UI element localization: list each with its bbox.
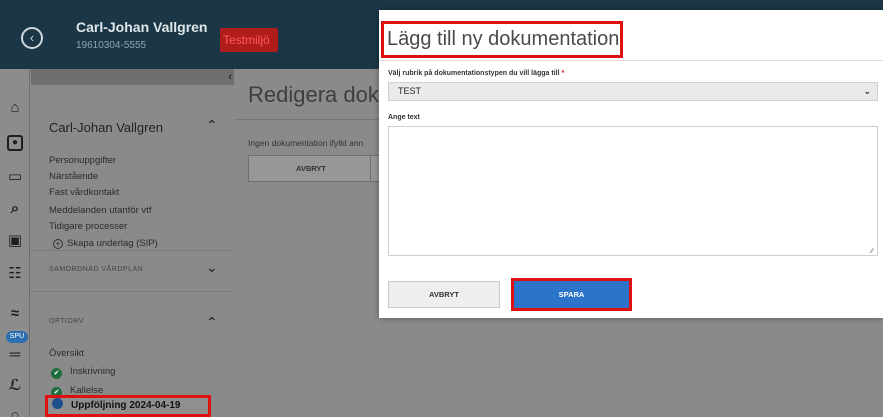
sidebar-item-oversikt[interactable]: Översikt [49, 348, 84, 359]
document-icon[interactable]: ▣ [0, 231, 30, 249]
chevron-down-icon[interactable]: ⌄ [197, 24, 205, 35]
step-label: Inskrivning [70, 366, 116, 377]
required-marker: * [561, 70, 565, 77]
search-icon[interactable]: ⌕ [0, 200, 30, 217]
divider [31, 250, 234, 251]
section-samordnad-vardplan[interactable]: SAMORDNAD VÅRDPLAN [49, 266, 143, 273]
divider [234, 119, 384, 120]
home-icon[interactable]: ⌂ [0, 99, 30, 116]
documentation-text-input[interactable] [388, 126, 878, 256]
step-uppfoljning[interactable]: Uppföljning 2024-04-19 [45, 395, 211, 417]
link-icon[interactable]: ℒ [0, 376, 30, 394]
icon-rail: ⌂ ● ▭ ⌕ ▣ ☷ ≈ SPU ═ ℒ ○ [0, 69, 30, 417]
sidebar-item-personuppgifter[interactable]: Personuppgifter [49, 155, 116, 166]
sidebar-topbar: ‹ [31, 69, 234, 85]
select-label: Välj rubrik på dokumentationstypen du vi… [388, 70, 564, 77]
sidebar-item-meddelanden[interactable]: Meddelanden utanför vtf [49, 205, 151, 216]
step-inskrivning[interactable]: ✔ Inskrivning [51, 366, 115, 379]
patient-sidebar: ‹ Carl-Johan Vallgren ⌃ Personuppgifter … [31, 69, 234, 417]
patient-icon[interactable]: ● [0, 132, 30, 151]
divider [31, 291, 234, 292]
chevron-left-icon: ‹ [29, 30, 35, 45]
patient-name[interactable]: Carl-Johan Vallgren [76, 19, 207, 35]
check-icon: ✔ [51, 368, 62, 379]
environment-badge: Testmiljö [220, 28, 278, 52]
save-button[interactable]: SPARA [514, 281, 629, 308]
sidebar-heading: Carl-Johan Vallgren [49, 120, 163, 135]
spu-badge: SPU [6, 331, 28, 343]
back-button[interactable]: ‹ [21, 27, 43, 49]
collapse-sidebar-icon[interactable]: ‹ [228, 69, 232, 85]
chevron-up-icon[interactable]: ⌃ [206, 117, 218, 134]
cancel-button[interactable]: AVBRYT [388, 281, 500, 308]
empty-info-text: Ingen dokumentation ifylld ann [248, 138, 364, 148]
chevron-down-icon[interactable]: ⌄ [206, 259, 218, 276]
help-icon[interactable]: ○ [0, 407, 30, 417]
step-label: Uppföljning 2024-04-19 [71, 400, 181, 411]
resize-handle-icon[interactable]: ∕∕ [871, 248, 873, 255]
bed-icon[interactable]: ═ [0, 346, 30, 363]
plus-icon: + [53, 239, 63, 249]
select-label-text: Välj rubrik på dokumentationstypen du vi… [388, 70, 560, 77]
inbox-icon[interactable]: ▭ [0, 167, 30, 185]
modal-title: Lägg till ny dokumentation [387, 28, 620, 50]
add-documentation-modal: Lägg till ny dokumentation Välj rubrik p… [379, 10, 883, 318]
section-optiorv[interactable]: OPTIORV [49, 318, 84, 325]
create-basis-label: Skapa underlag (SIP) [67, 238, 158, 249]
team-icon[interactable]: ☷ [0, 264, 30, 282]
chevron-up-icon[interactable]: ⌃ [206, 314, 218, 331]
sidebar-item-fast-vardkontakt[interactable]: Fast vårdkontakt [49, 187, 119, 198]
create-basis-link[interactable]: + Skapa underlag (SIP) [49, 238, 158, 249]
documentation-type-select[interactable]: TEST ⌄ [388, 82, 878, 101]
patient-id: 19610304-5555 [76, 40, 147, 51]
cancel-button-background[interactable]: AVBRYT [248, 155, 374, 182]
select-value: TEST [398, 86, 422, 96]
divider [379, 60, 883, 61]
chevron-down-icon: ⌄ [863, 86, 871, 96]
sidebar-item-narstaende[interactable]: Närstående [49, 171, 98, 182]
text-label: Ange text [388, 114, 420, 121]
status-dot-icon [52, 398, 63, 409]
sidebar-item-tidigare-processer[interactable]: Tidigare processer [49, 221, 127, 232]
chart-icon[interactable]: ≈ [0, 305, 30, 322]
